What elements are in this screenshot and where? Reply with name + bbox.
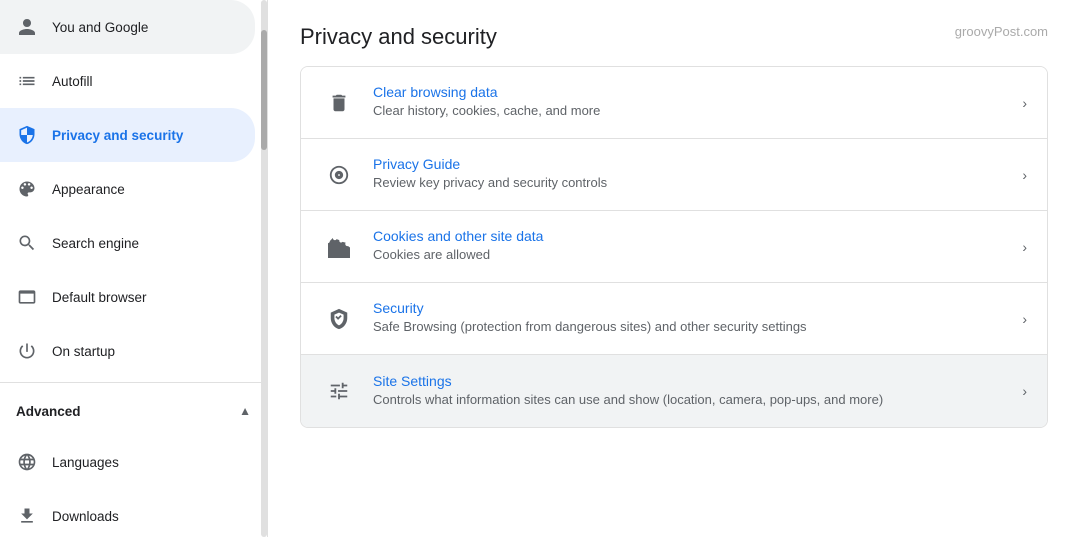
sidebar-scrollbar[interactable] xyxy=(261,0,267,537)
chevron-right-icon: › xyxy=(1022,95,1027,111)
trash-icon xyxy=(321,85,357,121)
advanced-arrow-icon: ▲ xyxy=(239,404,251,418)
palette-icon xyxy=(16,178,38,200)
sidebar-item-label: Languages xyxy=(52,455,119,470)
sidebar-item-search-engine[interactable]: Search engine xyxy=(0,216,255,270)
sidebar-item-label: On startup xyxy=(52,344,115,359)
settings-card: Clear browsing data Clear history, cooki… xyxy=(300,66,1048,428)
row-subtitle: Safe Browsing (protection from dangerous… xyxy=(373,318,1010,336)
power-icon xyxy=(16,340,38,362)
row-content-security: Security Safe Browsing (protection from … xyxy=(373,300,1010,336)
browser-icon xyxy=(16,286,38,308)
target-icon xyxy=(321,157,357,193)
row-content-clear-browsing: Clear browsing data Clear history, cooki… xyxy=(373,84,1010,120)
page-title: Privacy and security xyxy=(300,24,497,50)
row-title: Cookies and other site data xyxy=(373,228,1010,244)
row-subtitle: Review key privacy and security controls xyxy=(373,174,1010,192)
row-content-site-settings: Site Settings Controls what information … xyxy=(373,373,1010,409)
sidebar-item-label: You and Google xyxy=(52,20,148,35)
sidebar-item-label: Default browser xyxy=(52,290,147,305)
row-subtitle: Controls what information sites can use … xyxy=(373,391,1010,409)
search-icon xyxy=(16,232,38,254)
cookie-icon xyxy=(321,229,357,265)
row-content-privacy-guide: Privacy Guide Review key privacy and sec… xyxy=(373,156,1010,192)
sidebar-advanced-header[interactable]: Advanced ▲ xyxy=(0,387,267,435)
main-content: Privacy and security groovyPost.com Clea… xyxy=(268,0,1080,537)
sidebar-item-label: Downloads xyxy=(52,509,119,524)
shield-blue-icon xyxy=(16,124,38,146)
row-title: Privacy Guide xyxy=(373,156,1010,172)
sidebar-item-autofill[interactable]: Autofill xyxy=(0,54,255,108)
chevron-right-icon: › xyxy=(1022,383,1027,399)
chevron-right-icon: › xyxy=(1022,311,1027,327)
chevron-right-icon: › xyxy=(1022,167,1027,183)
sidebar-scroll-thumb xyxy=(261,30,267,150)
row-title: Site Settings xyxy=(373,373,1010,389)
row-content-cookies: Cookies and other site data Cookies are … xyxy=(373,228,1010,264)
download-icon xyxy=(16,505,38,527)
sidebar-divider xyxy=(0,382,267,383)
settings-row-clear-browsing[interactable]: Clear browsing data Clear history, cooki… xyxy=(301,67,1047,139)
advanced-label: Advanced xyxy=(16,404,81,419)
page-header: Privacy and security groovyPost.com xyxy=(300,24,1048,50)
sidebar-item-downloads[interactable]: Downloads xyxy=(0,489,255,537)
globe-icon xyxy=(16,451,38,473)
sidebar-item-on-startup[interactable]: On startup xyxy=(0,324,255,378)
row-subtitle: Clear history, cookies, cache, and more xyxy=(373,102,1010,120)
sidebar-item-appearance[interactable]: Appearance xyxy=(0,162,255,216)
sidebar: You and Google Autofill Privacy and secu… xyxy=(0,0,268,537)
watermark: groovyPost.com xyxy=(955,24,1048,39)
sliders-icon xyxy=(321,373,357,409)
sidebar-item-default-browser[interactable]: Default browser xyxy=(0,270,255,324)
sidebar-item-you-and-google[interactable]: You and Google xyxy=(0,0,255,54)
settings-row-privacy-guide[interactable]: Privacy Guide Review key privacy and sec… xyxy=(301,139,1047,211)
chevron-right-icon: › xyxy=(1022,239,1027,255)
sidebar-item-languages[interactable]: Languages xyxy=(0,435,255,489)
row-subtitle: Cookies are allowed xyxy=(373,246,1010,264)
sidebar-item-privacy-security[interactable]: Privacy and security xyxy=(0,108,255,162)
autofill-icon xyxy=(16,70,38,92)
settings-row-cookies[interactable]: Cookies and other site data Cookies are … xyxy=(301,211,1047,283)
row-title: Clear browsing data xyxy=(373,84,1010,100)
settings-row-security[interactable]: Security Safe Browsing (protection from … xyxy=(301,283,1047,355)
sidebar-item-label: Search engine xyxy=(52,236,139,251)
sidebar-item-label: Autofill xyxy=(52,74,93,89)
row-title: Security xyxy=(373,300,1010,316)
sidebar-item-label: Privacy and security xyxy=(52,128,183,143)
settings-row-site-settings[interactable]: Site Settings Controls what information … xyxy=(301,355,1047,427)
person-icon xyxy=(16,16,38,38)
sidebar-item-label: Appearance xyxy=(52,182,125,197)
security-shield-icon xyxy=(321,301,357,337)
